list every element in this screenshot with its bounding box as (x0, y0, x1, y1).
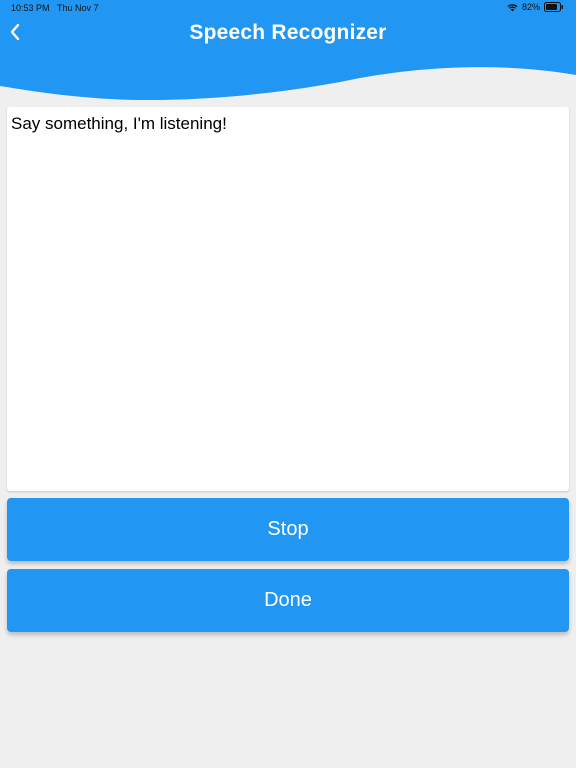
done-button[interactable]: Done (7, 569, 569, 632)
status-bar: 10:53 PM Thu Nov 7 82% (0, 0, 576, 18)
status-date: Thu Nov 7 (57, 3, 99, 13)
status-indicators: 82% (507, 2, 564, 12)
battery-icon (544, 2, 564, 12)
app-header: 10:53 PM Thu Nov 7 82% Speech Recognizer (0, 0, 576, 110)
page-title: Speech Recognizer (189, 21, 387, 44)
stop-button-label: Stop (267, 518, 309, 540)
transcript-text: Say something, I'm listening! (11, 114, 227, 133)
battery-percentage: 82% (521, 2, 540, 12)
status-time: 10:53 PM (11, 3, 50, 13)
wifi-icon (507, 3, 518, 12)
stop-button[interactable]: Stop (7, 498, 569, 561)
transcript-text-area[interactable]: Say something, I'm listening! (7, 107, 569, 491)
done-button-label: Done (264, 589, 312, 611)
